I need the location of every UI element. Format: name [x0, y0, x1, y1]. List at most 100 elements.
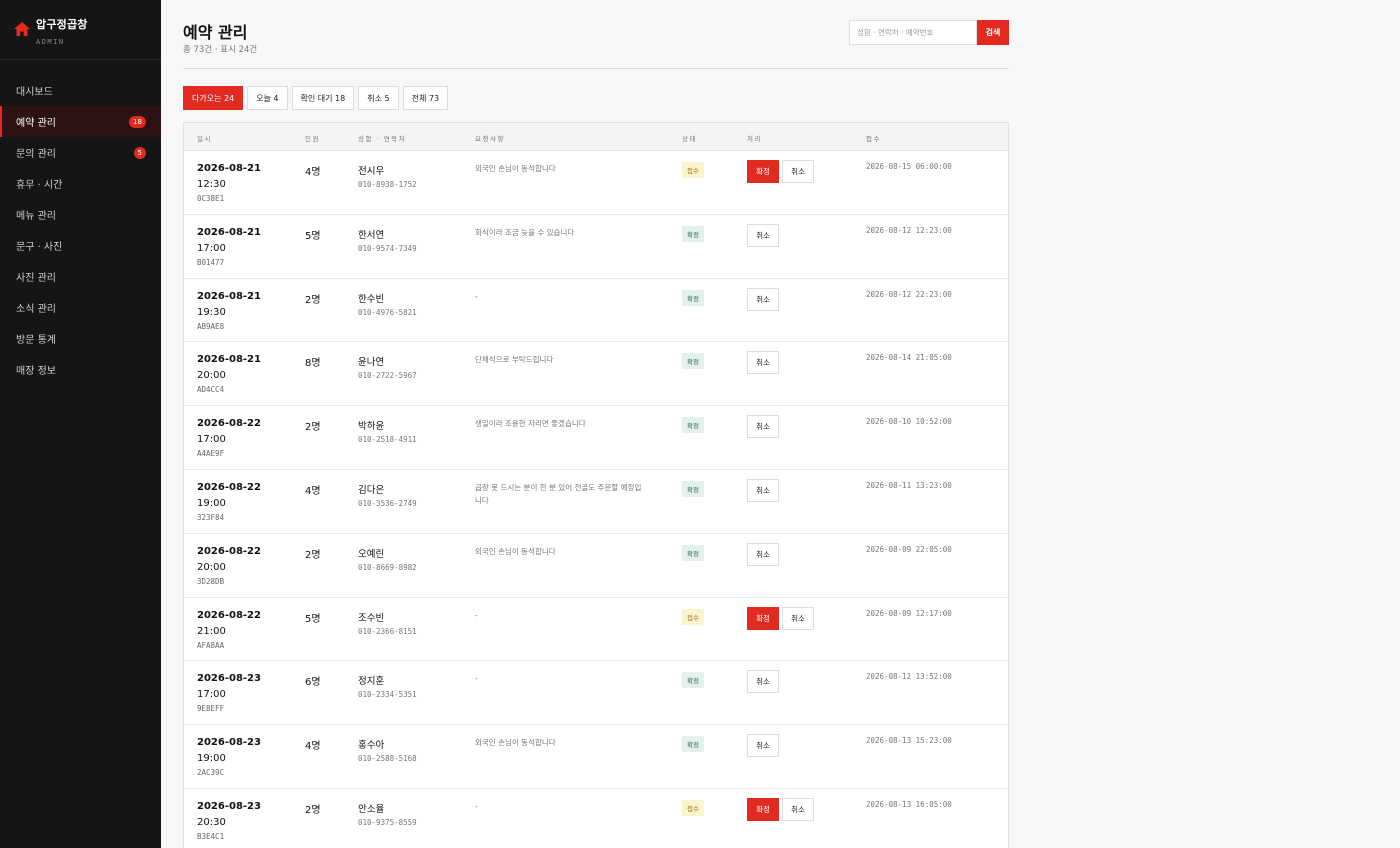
search-button[interactable]: 검색	[977, 20, 1009, 45]
status-badge: 확정	[682, 289, 704, 306]
filter-tabs: 다가오는 24 오늘 4 확인 대기 18 취소 5 전체 73	[183, 86, 452, 110]
row-actions: 확정 취소	[747, 160, 814, 183]
reservation-date: 2026-08-23	[197, 800, 261, 812]
reservation-time: 17:00	[197, 434, 226, 446]
table-row: 2026-08-22 19:00 323F84 4명 김다은 010-3536-2749 곱…	[184, 470, 1008, 534]
received-at: 2026-08-13 15:23:00	[866, 736, 952, 746]
cancel-button[interactable]: 취소	[747, 223, 779, 247]
guest-phone: 010-9375-8559	[358, 817, 417, 827]
sidebar-item-badge: 18	[129, 115, 146, 128]
request-note: -	[475, 610, 478, 620]
received-at: 2026-08-11 13:23:00	[866, 480, 952, 490]
cancel-button[interactable]: 취소	[747, 287, 779, 311]
received-at: 2026-08-13 16:05:00	[866, 799, 952, 809]
request-note: 외국인 손님이 동석합니다	[475, 164, 556, 173]
request-note: 외국인 손님이 동석합니다	[475, 546, 556, 556]
sidebar-item-label: 대시보드	[16, 87, 53, 98]
sidebar-item[interactable]: 메뉴 관리	[0, 199, 161, 230]
cancel-button[interactable]: 취소	[747, 734, 779, 758]
guest-name: 정지훈	[358, 676, 385, 688]
party-size: 8명	[305, 358, 321, 370]
header-action: 처리	[747, 135, 762, 143]
request-note: 회식이라 조금 늦을 수 있습니다	[475, 227, 575, 237]
sidebar-item-label: 메뉴 관리	[16, 211, 56, 222]
page-subtitle: 총 73건 · 표시 24건	[183, 45, 258, 55]
reservation-date: 2026-08-21	[197, 226, 261, 238]
reservation-date: 2026-08-22	[197, 481, 261, 493]
row-actions: 확정 취소	[747, 606, 814, 630]
guest-name: 윤나연	[358, 357, 385, 369]
filter-tab[interactable]: 전체 73	[402, 86, 449, 110]
request-note: -	[475, 801, 478, 811]
filter-tab[interactable]: 다가오는 24	[183, 86, 244, 110]
cancel-button[interactable]: 취소	[747, 351, 779, 375]
party-size: 2명	[305, 422, 321, 434]
status-badge: 확정	[682, 417, 704, 434]
sidebar-item-label: 방문 통계	[16, 335, 56, 346]
house-icon	[14, 22, 30, 36]
cancel-button[interactable]: 취소	[782, 797, 814, 821]
sidebar-item[interactable]: 문의 관리 5	[0, 137, 161, 168]
brand[interactable]: 압구정곱창 ADMIN	[0, 0, 161, 60]
cancel-button[interactable]: 취소	[782, 606, 814, 630]
header-received: 접수	[866, 135, 881, 143]
row-actions: 취소	[747, 670, 779, 694]
sidebar-item[interactable]: 대시보드	[0, 75, 161, 106]
search-input[interactable]	[849, 20, 977, 45]
sidebar-item[interactable]: 매장 정보	[0, 354, 161, 385]
received-at: 2026-08-12 22:23:00	[866, 289, 952, 299]
guest-name: 오예린	[358, 548, 385, 560]
sidebar-item-label: 매장 정보	[16, 366, 56, 377]
received-at: 2026-08-12 12:23:00	[866, 225, 952, 235]
status-badge: 확정	[682, 353, 704, 370]
sidebar-item[interactable]: 예약 관리 18	[0, 106, 161, 137]
sidebar-item[interactable]: 문구 · 사진	[0, 230, 161, 261]
guest-name: 홍수아	[358, 740, 385, 752]
reservation-date: 2026-08-21	[197, 163, 261, 174]
table-row: 2026-08-23 17:00 9E8EFF 6명 정지훈 010-2334-5351 -…	[184, 661, 1008, 726]
guest-phone: 010-2518-4911	[358, 435, 417, 445]
reservation-date: 2026-08-22	[197, 418, 261, 430]
table-row: 2026-08-23 19:00 2AC39C 4명 홍수아 010-2588-5168 외…	[184, 725, 1008, 789]
confirm-button[interactable]: 확정	[747, 797, 779, 821]
cancel-button[interactable]: 취소	[747, 670, 779, 694]
guest-phone: 010-3536-2749	[358, 498, 417, 508]
cancel-button[interactable]: 취소	[782, 160, 814, 183]
cancel-button[interactable]: 취소	[747, 415, 779, 439]
request-note: -	[475, 674, 478, 684]
received-at: 2026-08-14 21:05:00	[866, 353, 952, 363]
sidebar-nav: 대시보드예약 관리 18 문의 관리 5 휴무 · 시간메뉴 관리문구 · 사진 사진 관…	[0, 75, 161, 385]
reservation-id: A4AE9F	[197, 449, 225, 459]
brand-sub: ADMIN	[36, 38, 65, 46]
reservation-time: 20:00	[197, 561, 226, 573]
table-header: 일시 인원 성함 · 연락처 요청사항 상태 처리 접수	[184, 123, 1008, 151]
row-actions: 확정 취소	[747, 797, 814, 821]
reservation-id: AFA8AA	[197, 640, 225, 650]
reservation-date: 2026-08-22	[197, 609, 261, 621]
table-row: 2026-08-21 12:30 0C38E1 4명 전시우 010-8938-1752 외…	[184, 151, 1008, 215]
sidebar-item[interactable]: 사진 관리	[0, 261, 161, 292]
table-row: 2026-08-22 21:00 AFA8AA 5명 조수빈 010-2366-8151 -…	[184, 598, 1008, 662]
received-at: 2026-08-09 22:05:00	[866, 544, 952, 554]
row-actions: 취소	[747, 223, 779, 247]
reservation-time: 12:30	[197, 179, 226, 190]
sidebar-item-label: 예약 관리	[16, 118, 56, 129]
reservation-date: 2026-08-21	[197, 354, 261, 366]
filter-tab[interactable]: 오늘 4	[247, 86, 288, 110]
cancel-button[interactable]: 취소	[747, 542, 779, 566]
sidebar-item[interactable]: 휴무 · 시간	[0, 168, 161, 199]
sidebar-item[interactable]: 소식 관리	[0, 292, 161, 323]
filter-tab[interactable]: 확인 대기 18	[291, 86, 355, 110]
guest-name: 조수빈	[358, 612, 385, 624]
party-size: 5명	[305, 230, 321, 242]
confirm-button[interactable]: 확정	[747, 160, 779, 183]
table-body: 2026-08-21 12:30 0C38E1 4명 전시우 010-8938-1752 외…	[184, 151, 1008, 848]
reservation-id: 0C38E1	[197, 194, 225, 203]
party-size: 4명	[305, 741, 321, 753]
reservation-time: 20:00	[197, 370, 226, 382]
filter-tab[interactable]: 취소 5	[358, 86, 399, 110]
cancel-button[interactable]: 취소	[747, 478, 779, 502]
confirm-button[interactable]: 확정	[747, 606, 779, 630]
table-row: 2026-08-21 17:00 B01477 5명 한서연 010-9574-7349 회…	[184, 215, 1008, 279]
sidebar-item[interactable]: 방문 통계	[0, 323, 161, 354]
